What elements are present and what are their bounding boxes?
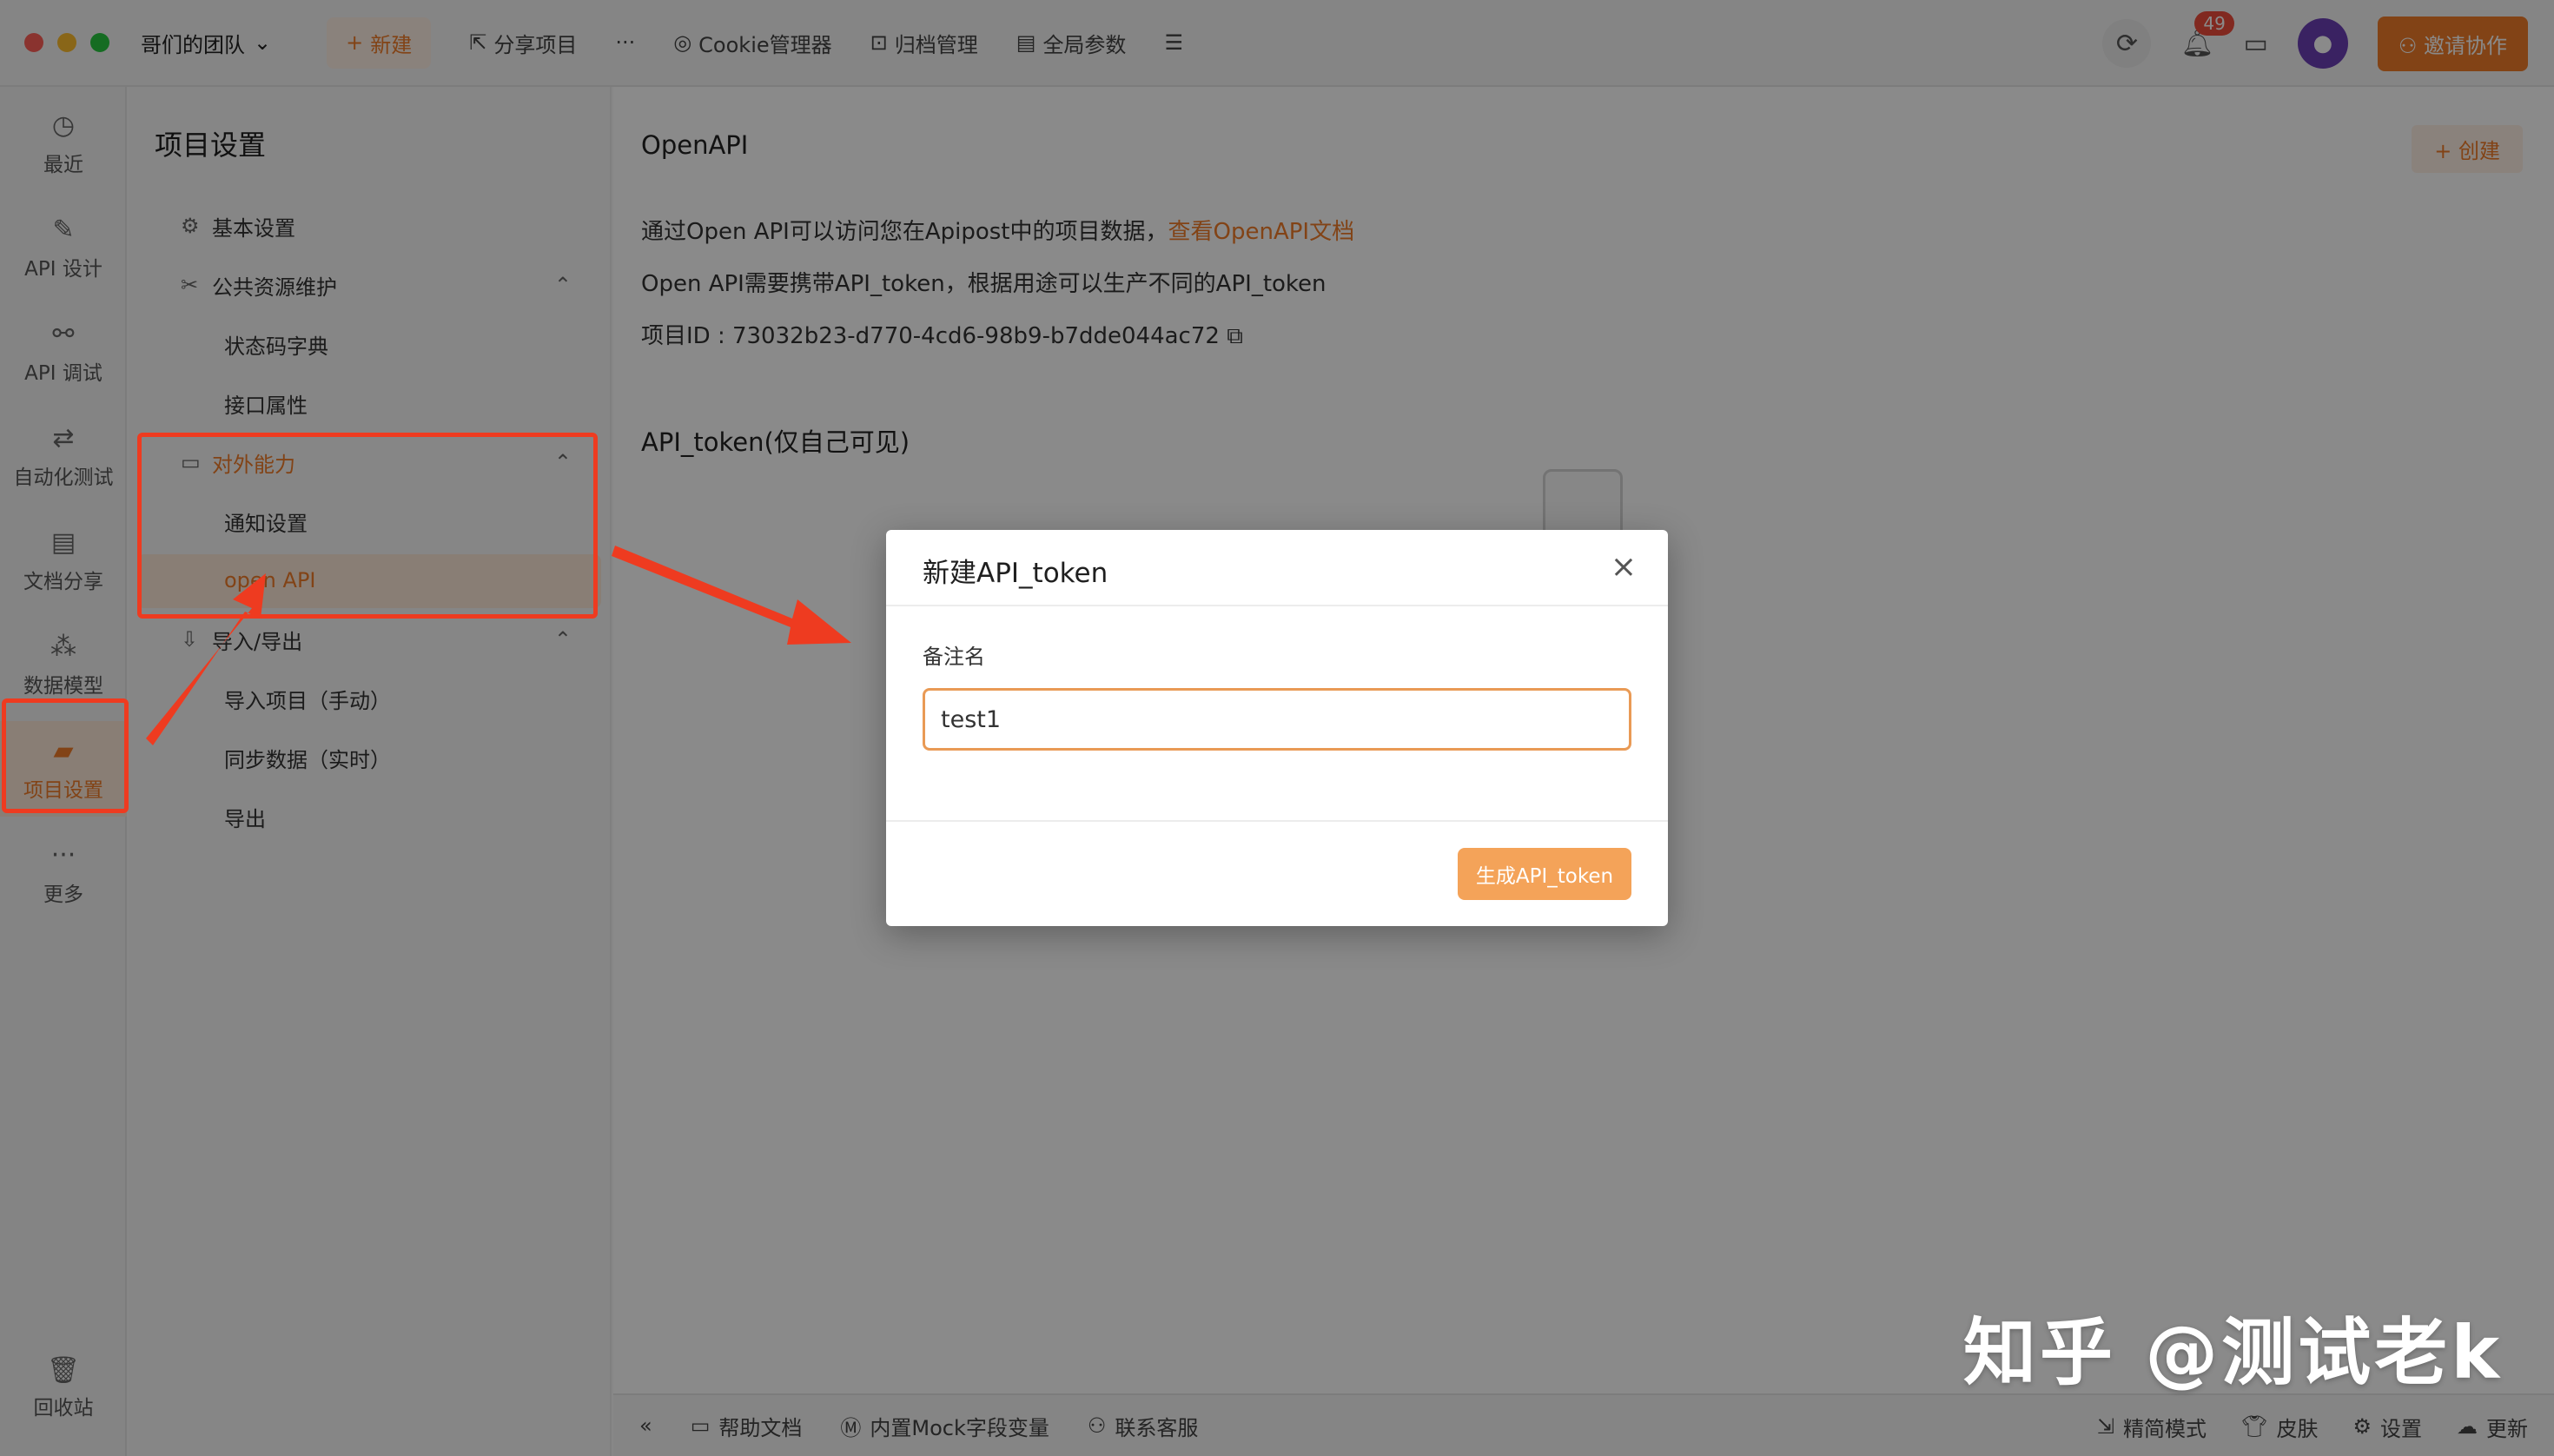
dialog-header: 新建API_token ×	[886, 530, 1668, 606]
generate-token-button[interactable]: 生成API_token	[1458, 848, 1631, 900]
annotation-arrow-up	[146, 573, 266, 745]
annotation-arrow-right	[612, 546, 851, 645]
new-token-dialog: 新建API_token × 备注名 生成API_token	[886, 530, 1668, 926]
remark-label: 备注名	[923, 645, 985, 669]
dialog-title: 新建API_token	[923, 558, 1108, 589]
watermark: 知乎 @测试老k	[1963, 1310, 2504, 1395]
dialog-divider	[886, 820, 1668, 822]
remark-input[interactable]	[923, 688, 1631, 751]
close-icon[interactable]: ×	[1611, 549, 1637, 585]
